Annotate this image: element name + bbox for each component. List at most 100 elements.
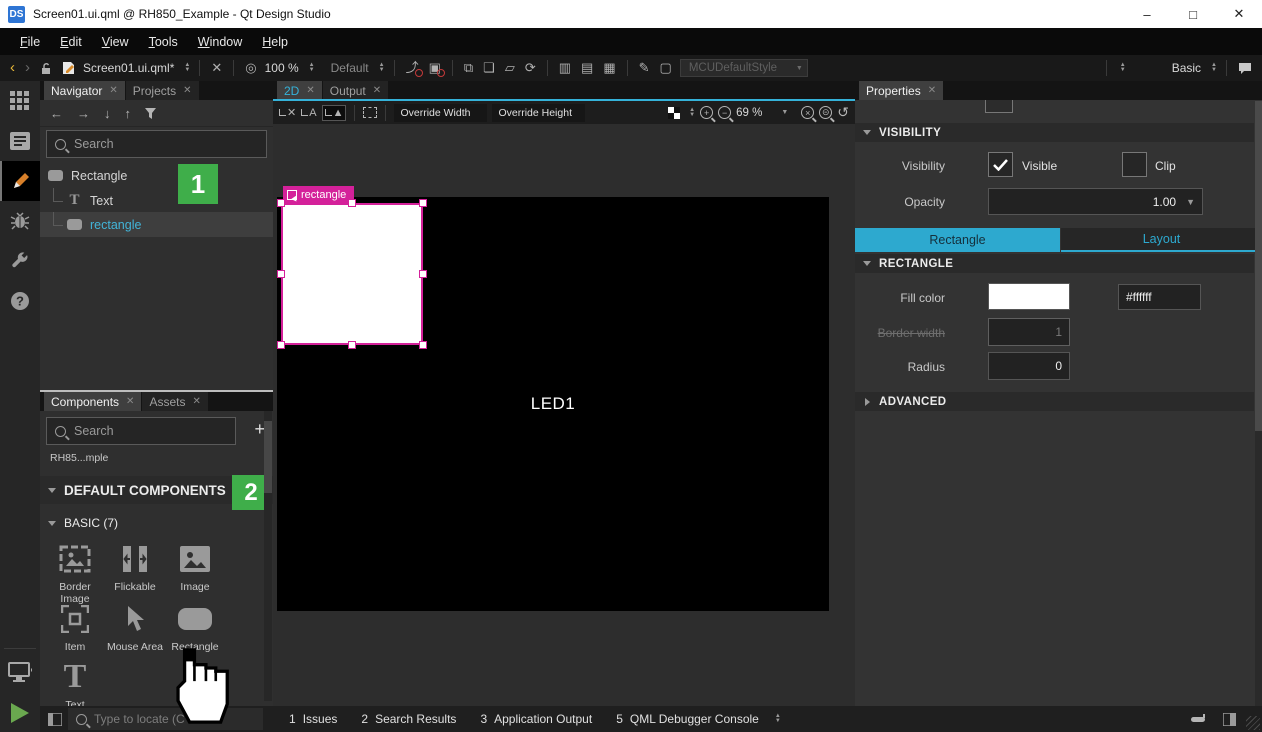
menu-view[interactable]: View: [92, 31, 139, 53]
menu-window[interactable]: Window: [188, 31, 252, 53]
back-icon[interactable]: ‹: [8, 61, 17, 75]
show-bounds-icon[interactable]: [363, 107, 377, 118]
sidebar-toggle-icon[interactable]: [48, 713, 62, 726]
border-width-input[interactable]: 1: [988, 318, 1070, 346]
component-text[interactable]: T Text: [46, 659, 104, 706]
output-panes-toggle-icon[interactable]: [1223, 713, 1236, 726]
reset-view-icon[interactable]: ↺: [837, 104, 849, 121]
current-file-selector[interactable]: Screen01.ui.qml*: [83, 61, 174, 75]
zoom-dropdown-icon[interactable]: ▼: [781, 109, 788, 116]
chevron-down-icon[interactable]: ▼: [1186, 197, 1195, 207]
move-down-icon[interactable]: ↓: [104, 106, 111, 121]
help-mode-icon[interactable]: ?: [0, 281, 40, 321]
tree-item-rectangle-root[interactable]: Rectangle: [40, 163, 273, 188]
reset-component-icon[interactable]: ⟳: [523, 61, 538, 75]
canvas-zoom-level[interactable]: 69 %: [736, 107, 762, 119]
subtab-layout[interactable]: Layout: [1061, 228, 1262, 252]
kit-spinner-icon[interactable]: ▲▼: [1211, 63, 1217, 73]
workspace-spinner-icon[interactable]: ▲▼: [1120, 63, 1126, 73]
properties-scrollbar[interactable]: [1255, 101, 1262, 706]
run-button[interactable]: [0, 693, 40, 732]
annotation-edit-icon[interactable]: ✎: [637, 61, 652, 75]
zoom-level-selector[interactable]: 100 %: [265, 61, 299, 75]
unlock-icon[interactable]: [38, 62, 54, 75]
menu-edit[interactable]: Edit: [50, 31, 92, 53]
override-height-input[interactable]: Override Height: [492, 104, 585, 122]
tab-assets[interactable]: Assets✕: [142, 392, 207, 411]
no-snapping-icon[interactable]: ✕: [279, 106, 296, 119]
resize-handle-e[interactable]: [419, 270, 427, 278]
navigator-search-input[interactable]: Search: [46, 130, 267, 158]
file-spinner-icon[interactable]: ▲▼: [184, 63, 190, 73]
export-selection-icon[interactable]: ▣: [427, 61, 443, 75]
close-icon[interactable]: ✕: [373, 85, 381, 96]
kit-selector[interactable]: Basic: [1172, 61, 1201, 75]
section-rectangle[interactable]: RECTANGLE: [855, 254, 1254, 273]
state-spinner-icon[interactable]: ▲▼: [379, 63, 385, 73]
background-color-icon[interactable]: [668, 107, 680, 119]
tab-output[interactable]: Output✕: [323, 81, 388, 100]
subtab-rectangle[interactable]: Rectangle: [855, 228, 1060, 252]
snapping-icon[interactable]: ▲: [322, 105, 347, 121]
component-flickable[interactable]: Flickable: [106, 541, 164, 593]
components-search-input[interactable]: Search: [46, 417, 236, 445]
debug-mode-icon[interactable]: [0, 201, 40, 241]
pane-issues[interactable]: 1Issues: [277, 712, 349, 726]
zoom-in-icon[interactable]: +: [700, 106, 713, 119]
override-width-input[interactable]: Override Width: [394, 104, 487, 122]
resize-handle-sw[interactable]: [277, 341, 285, 349]
pane-spinner-icon[interactable]: ▲▼: [775, 714, 781, 724]
radius-input[interactable]: 0: [988, 352, 1070, 380]
frame-action-icon[interactable]: ▢: [658, 61, 674, 75]
forward-icon[interactable]: ›: [23, 61, 32, 75]
tab-properties[interactable]: Properties✕: [859, 81, 943, 100]
move-right-icon[interactable]: →: [77, 106, 90, 121]
close-icon[interactable]: ✕: [192, 396, 200, 407]
pane-search-results[interactable]: 2Search Results: [349, 712, 468, 726]
snapping-anchors-icon[interactable]: A: [301, 107, 316, 119]
menu-file[interactable]: File: [10, 31, 50, 53]
resize-handle-ne[interactable]: [419, 199, 427, 207]
resize-handle-n[interactable]: [348, 199, 356, 207]
close-icon[interactable]: ✕: [306, 85, 314, 96]
tab-navigator[interactable]: Navigator✕: [44, 81, 125, 100]
feedback-comment-icon[interactable]: [1236, 62, 1254, 74]
close-icon[interactable]: ✕: [183, 85, 191, 96]
canvas-workspace[interactable]: LED1 rectangle: [273, 124, 855, 693]
tools-mode-icon[interactable]: [0, 241, 40, 281]
row-layout-icon[interactable]: ▥: [557, 61, 573, 75]
pane-application-output[interactable]: 3Application Output: [468, 712, 604, 726]
section-basic[interactable]: BASIC (7): [40, 512, 273, 534]
tab-components[interactable]: Components✕: [44, 392, 141, 411]
menu-help[interactable]: Help: [252, 31, 298, 53]
paste-icon[interactable]: ❏: [481, 61, 497, 75]
scrollbar-thumb[interactable]: [264, 421, 272, 493]
tree-item-rectangle-child[interactable]: rectangle: [40, 212, 273, 237]
fill-color-swatch[interactable]: [988, 283, 1070, 310]
welcome-mode-icon[interactable]: [0, 81, 40, 121]
section-visibility[interactable]: VISIBILITY: [855, 123, 1254, 142]
zoom-out-icon[interactable]: −: [718, 106, 731, 119]
zoom-spinner-icon[interactable]: ▲▼: [309, 63, 315, 73]
component-image[interactable]: Image: [166, 541, 224, 593]
selection-tag[interactable]: rectangle: [283, 186, 354, 204]
close-document-icon[interactable]: ✕: [209, 61, 224, 75]
component-border-image[interactable]: Border Image: [46, 541, 104, 605]
resize-handle-s[interactable]: [348, 341, 356, 349]
design-mode-icon[interactable]: [0, 161, 40, 201]
opacity-input[interactable]: 1.00 ▼: [988, 188, 1203, 215]
progress-details-icon[interactable]: [1191, 714, 1209, 724]
component-mouse-area[interactable]: Mouse Area: [106, 601, 164, 653]
tab-projects[interactable]: Projects✕: [126, 81, 199, 100]
minimize-button[interactable]: –: [1124, 0, 1170, 28]
column-layout-icon[interactable]: ▤: [579, 61, 595, 75]
copy-add-icon[interactable]: ⧉: [462, 61, 475, 75]
menu-tools[interactable]: Tools: [139, 31, 188, 53]
zoom-all-icon[interactable]: ×: [801, 106, 814, 119]
selected-rectangle[interactable]: [281, 203, 423, 345]
resize-handle-w[interactable]: [277, 270, 285, 278]
resize-handle-nw[interactable]: [277, 199, 285, 207]
close-icon[interactable]: ✕: [109, 85, 117, 96]
section-advanced[interactable]: ADVANCED: [855, 392, 1254, 411]
scrollbar-thumb[interactable]: [1255, 101, 1262, 431]
